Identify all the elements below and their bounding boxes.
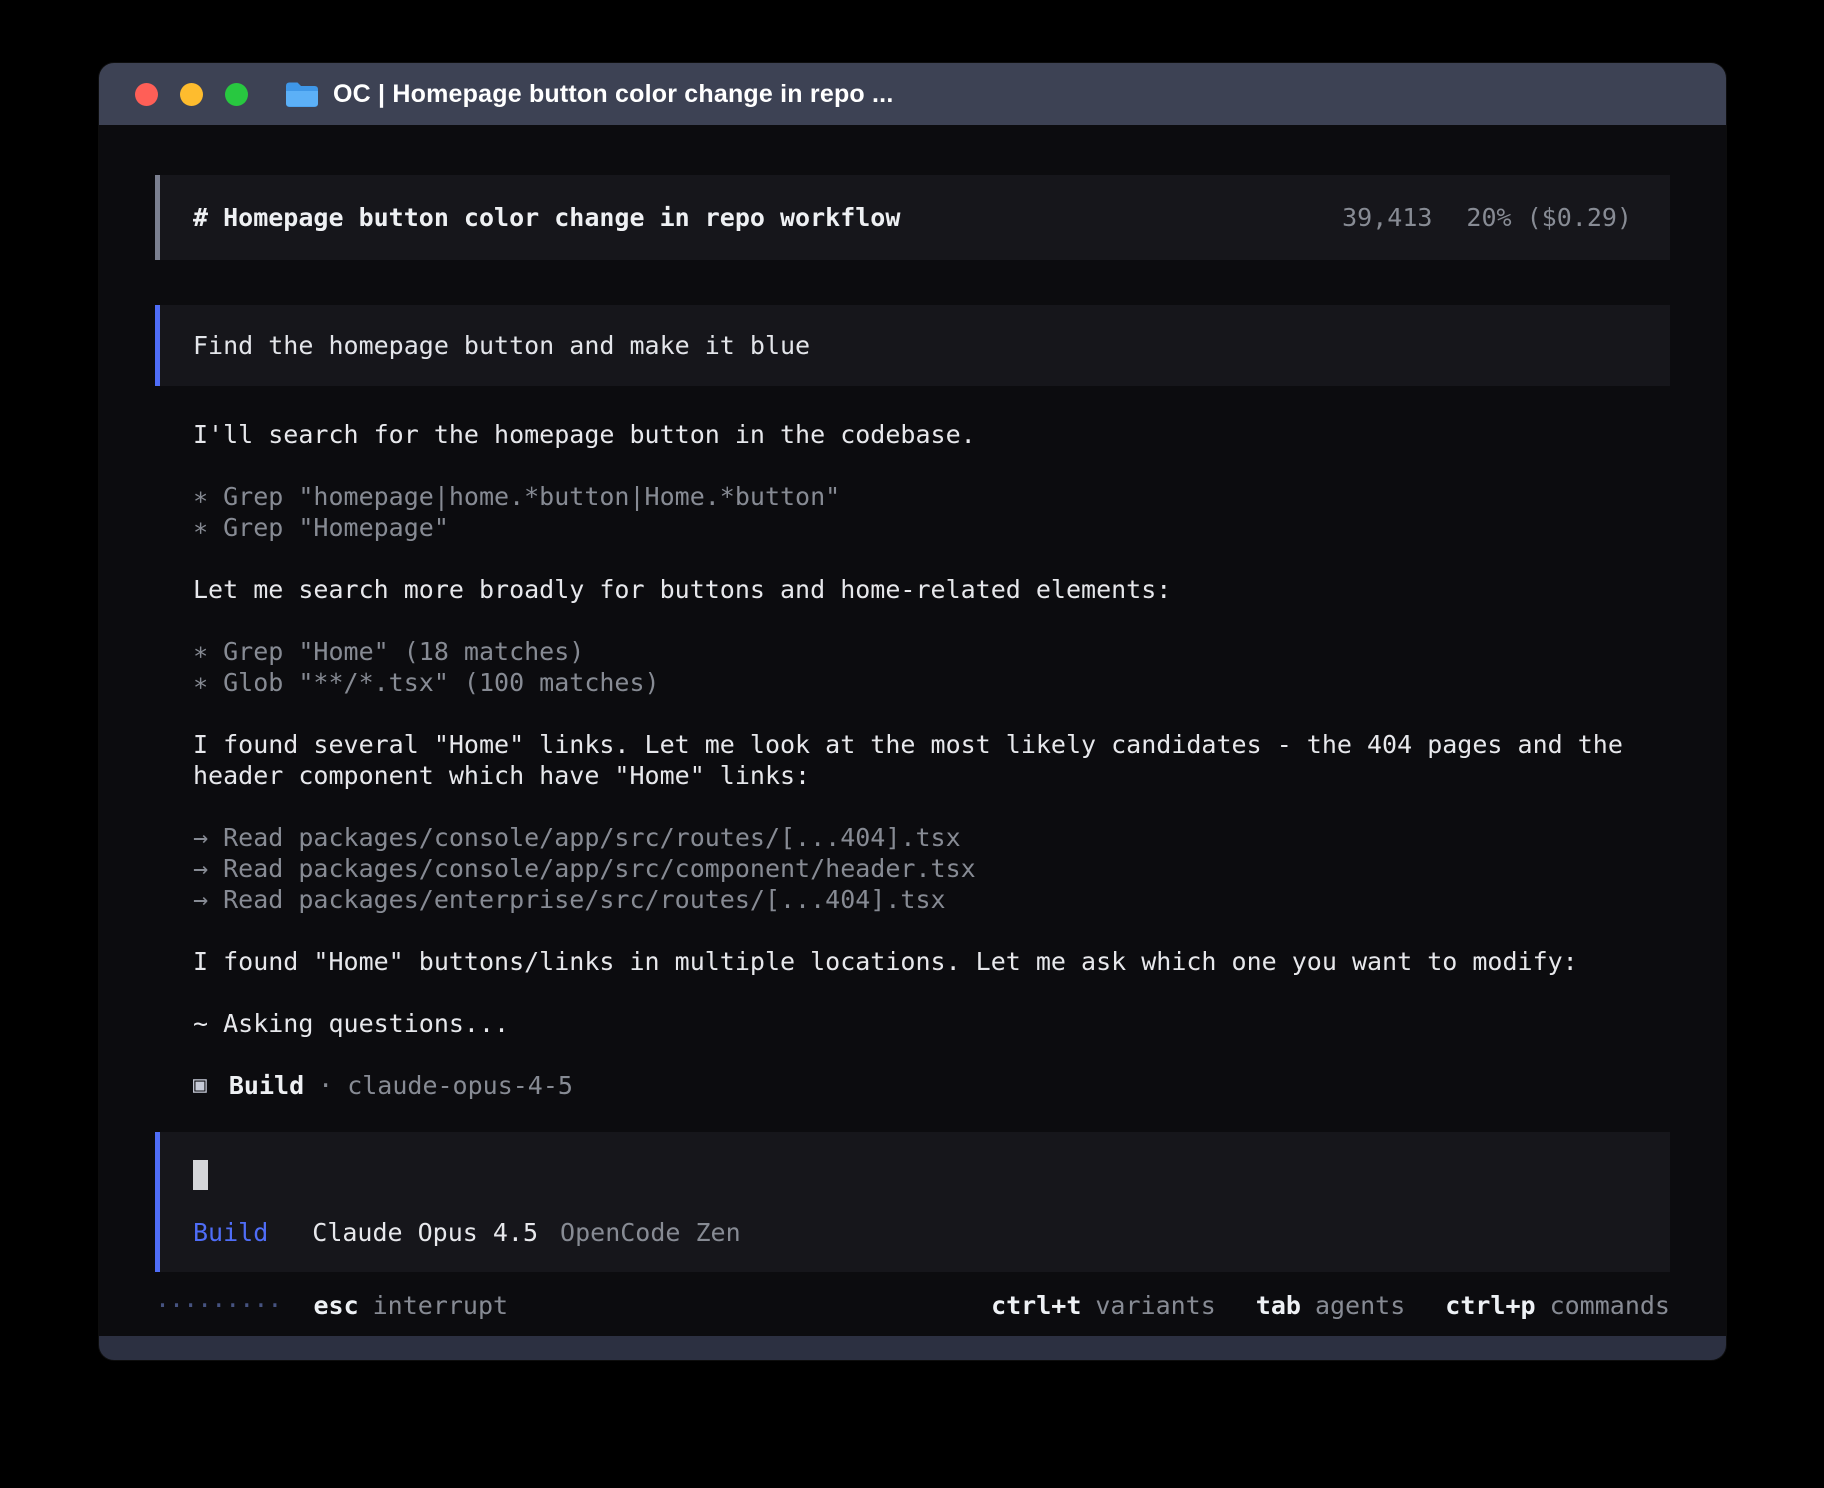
tool-status-text: ~ Asking questions... bbox=[193, 1008, 1670, 1039]
hotkey-label: variants bbox=[1095, 1290, 1215, 1321]
user-message-text: Find the homepage button and make it blu… bbox=[193, 331, 810, 360]
conversation-transcript[interactable]: I'll search for the homepage button in t… bbox=[155, 419, 1670, 1132]
assistant-text: I found "Home" buttons/links in multiple… bbox=[193, 946, 1670, 977]
esc-key-label: interrupt bbox=[373, 1290, 508, 1321]
tool-call-grep: ∗ Grep "Homepage" bbox=[193, 512, 1670, 543]
status-bar-right: ctrl+t variants tab agents ctrl+p comman… bbox=[991, 1290, 1670, 1321]
tool-call-read: → Read packages/console/app/src/componen… bbox=[193, 853, 1670, 884]
status-bar: ········· esc interrupt ctrl+t variants … bbox=[155, 1290, 1670, 1321]
token-count: 39,413 bbox=[1342, 202, 1432, 233]
zoom-button[interactable] bbox=[225, 83, 248, 106]
model-name: Claude Opus 4.5 bbox=[312, 1217, 538, 1248]
tool-call-grep: ∗ Grep "homepage|home.*button|Home.*butt… bbox=[193, 481, 1670, 512]
agent-model: claude-opus-4-5 bbox=[347, 1070, 573, 1101]
tool-call-glob: ∗ Glob "**/*.tsx" (100 matches) bbox=[193, 667, 1670, 698]
spinner-dots-icon: ········· bbox=[155, 1290, 281, 1321]
folder-icon bbox=[284, 81, 318, 108]
hotkey-commands: ctrl+p commands bbox=[1445, 1290, 1670, 1321]
esc-key-hint: esc bbox=[313, 1290, 358, 1321]
window-bottom-edge bbox=[99, 1336, 1726, 1360]
prompt-input[interactable]: Build Claude Opus 4.5 OpenCode Zen bbox=[155, 1132, 1670, 1272]
assistant-text: I found several "Home" links. Let me loo… bbox=[193, 729, 1670, 791]
tool-call-group: ∗ Grep "Home" (18 matches) ∗ Glob "**/*.… bbox=[193, 636, 1670, 698]
hotkey-variants: ctrl+t variants bbox=[991, 1290, 1216, 1321]
provider-name: OpenCode Zen bbox=[560, 1217, 741, 1248]
hotkey-key: ctrl+p bbox=[1445, 1290, 1535, 1321]
hotkey-key: tab bbox=[1256, 1290, 1301, 1321]
hotkey-label: commands bbox=[1550, 1290, 1670, 1321]
terminal-content: # Homepage button color change in repo w… bbox=[99, 125, 1726, 1336]
agent-status-row: ▣ Build · claude-opus-4-5 bbox=[193, 1070, 1670, 1101]
agent-name: Build bbox=[229, 1070, 304, 1101]
traffic-lights bbox=[135, 83, 248, 106]
tool-call-read: → Read packages/console/app/src/routes/[… bbox=[193, 822, 1670, 853]
text-cursor bbox=[193, 1160, 208, 1190]
window-titlebar[interactable]: OC | Homepage button color change in rep… bbox=[99, 63, 1726, 125]
status-bar-left: ········· esc interrupt bbox=[155, 1290, 508, 1321]
tool-call-group: → Read packages/console/app/src/routes/[… bbox=[193, 822, 1670, 915]
close-button[interactable] bbox=[135, 83, 158, 106]
minimize-button[interactable] bbox=[180, 83, 203, 106]
user-message: Find the homepage button and make it blu… bbox=[155, 305, 1670, 386]
window-title: OC | Homepage button color change in rep… bbox=[333, 80, 893, 109]
hotkey-key: ctrl+t bbox=[991, 1290, 1081, 1321]
assistant-text: Let me search more broadly for buttons a… bbox=[193, 574, 1670, 605]
separator-dot: · bbox=[318, 1070, 333, 1101]
session-title: # Homepage button color change in repo w… bbox=[193, 202, 900, 233]
tool-call-grep: ∗ Grep "Home" (18 matches) bbox=[193, 636, 1670, 667]
session-stats: 39,413 20% ($0.29) bbox=[1342, 202, 1632, 233]
hotkey-agents: tab agents bbox=[1256, 1290, 1405, 1321]
agent-icon: ▣ bbox=[193, 1070, 207, 1101]
assistant-text: I'll search for the homepage button in t… bbox=[193, 419, 1670, 450]
agent-mode-label[interactable]: Build bbox=[193, 1217, 268, 1248]
tool-call-group: ∗ Grep "homepage|home.*button|Home.*butt… bbox=[193, 481, 1670, 543]
desktop-background: { "colors": { "accent_blue": "#4f6df7", … bbox=[0, 0, 1824, 1488]
context-usage: 20% ($0.29) bbox=[1466, 202, 1632, 233]
input-meta-row: Build Claude Opus 4.5 OpenCode Zen bbox=[193, 1217, 1632, 1248]
session-header: # Homepage button color change in repo w… bbox=[155, 175, 1670, 260]
hotkey-label: agents bbox=[1315, 1290, 1405, 1321]
terminal-window: OC | Homepage button color change in rep… bbox=[99, 63, 1726, 1360]
tool-call-read: → Read packages/enterprise/src/routes/[.… bbox=[193, 884, 1670, 915]
